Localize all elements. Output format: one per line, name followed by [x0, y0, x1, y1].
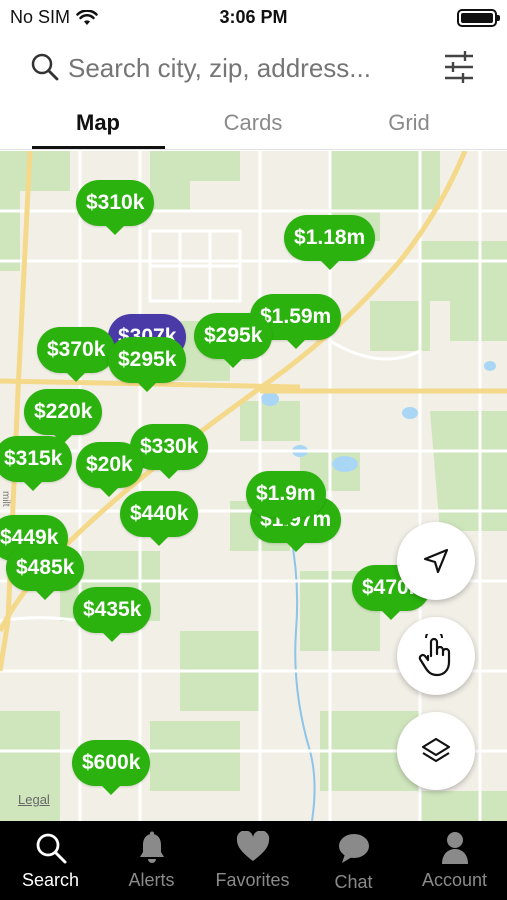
price-pin[interactable]: $485k — [6, 545, 85, 600]
search-input[interactable] — [68, 50, 428, 86]
chat-icon — [338, 834, 369, 863]
nav-account[interactable]: Account — [404, 821, 505, 900]
nav-alerts-label: Alerts — [128, 870, 175, 890]
tab-grid[interactable]: Grid — [339, 110, 479, 136]
hand-pointer-icon — [418, 634, 451, 677]
person-icon — [441, 832, 468, 864]
nav-alerts[interactable]: Alerts — [101, 821, 202, 900]
filter-sliders-icon[interactable] — [443, 49, 475, 85]
bell-icon — [139, 831, 164, 863]
map-view[interactable]: milt $310k $1.18m $307k $1.59m $295k $37… — [0, 151, 507, 821]
search-icon — [36, 833, 66, 864]
tab-cards[interactable]: Cards — [183, 110, 323, 136]
draw-area-button[interactable] — [397, 617, 475, 695]
legal-link[interactable]: Legal — [18, 792, 50, 807]
tab-map[interactable]: Map — [28, 110, 168, 136]
price-pin[interactable]: $370k — [37, 327, 116, 382]
price-pin[interactable]: $1.18m — [284, 215, 376, 270]
search-icon[interactable] — [30, 52, 60, 82]
search-bar — [0, 40, 507, 96]
price-pin[interactable]: $295k — [108, 337, 187, 392]
location-arrow-icon — [423, 548, 449, 574]
price-pin[interactable]: $20k — [76, 442, 143, 497]
current-location-button[interactable] — [397, 522, 475, 600]
bottom-tab-bar: Search Alerts Favorites Chat Account — [0, 821, 507, 900]
price-pin[interactable]: $220k — [24, 389, 103, 444]
battery-icon — [457, 9, 500, 27]
clock: 3:06 PM — [219, 7, 288, 27]
nav-search[interactable]: Search — [0, 821, 101, 900]
price-pin[interactable]: $1.9m — [246, 471, 326, 526]
price-pin[interactable]: $310k — [76, 180, 155, 235]
active-tab-indicator — [32, 146, 165, 149]
price-pin[interactable]: $435k — [73, 587, 152, 642]
svg-text:milt: milt — [0, 491, 11, 507]
price-pin[interactable]: $440k — [120, 491, 199, 546]
price-pin[interactable]: $295k — [194, 313, 273, 368]
nav-account-label: Account — [421, 870, 488, 890]
nav-chat-label: Chat — [334, 872, 373, 892]
nav-favorites-label: Favorites — [215, 870, 290, 890]
nav-chat[interactable]: Chat — [303, 821, 404, 900]
status-bar: No SIM 3:06 PM — [0, 0, 507, 36]
heart-icon — [236, 831, 269, 861]
price-pin[interactable]: $315k — [0, 436, 73, 491]
view-tabs: Map Cards Grid — [0, 100, 507, 150]
map-layers-button[interactable] — [397, 712, 475, 790]
nav-favorites[interactable]: Favorites — [202, 821, 303, 900]
price-pin[interactable]: $600k — [72, 740, 151, 795]
nav-search-label: Search — [21, 870, 80, 890]
layers-icon — [421, 737, 451, 763]
